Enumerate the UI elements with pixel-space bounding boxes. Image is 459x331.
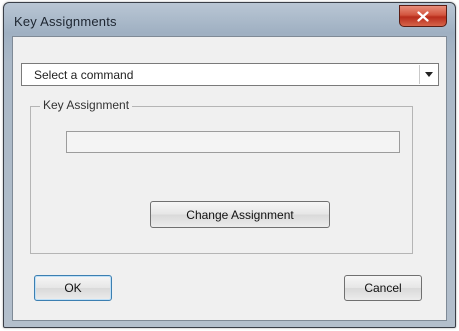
close-button[interactable]: [399, 5, 447, 27]
window-title: Key Assignments: [14, 14, 117, 29]
key-assignment-group-label: Key Assignment: [40, 98, 133, 112]
change-assignment-button[interactable]: Change Assignment: [150, 201, 330, 228]
ok-button[interactable]: OK: [34, 275, 112, 301]
chevron-down-icon: [424, 72, 433, 77]
title-bar[interactable]: Key Assignments: [4, 3, 455, 37]
cancel-button[interactable]: Cancel: [344, 275, 422, 301]
command-select[interactable]: Select a command: [21, 63, 439, 86]
close-icon: [417, 10, 429, 22]
key-assignment-groupbox: [30, 106, 413, 254]
command-select-value: Select a command: [34, 68, 134, 82]
command-select-dropdown-button[interactable]: [419, 65, 437, 84]
key-assignment-field[interactable]: [66, 131, 400, 153]
